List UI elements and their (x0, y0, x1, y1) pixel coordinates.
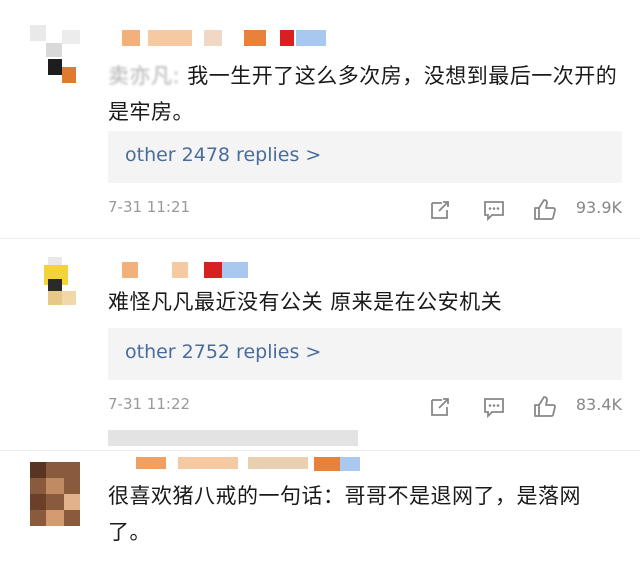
comment-item: 很喜欢猪八戒的一句话：哥哥不是退网了，是落网了。 (0, 452, 640, 564)
avatar[interactable] (30, 462, 80, 526)
comment-body: 难怪凡凡最近没有公关 原来是在公安机关 (108, 290, 503, 314)
timestamp: 7-31 11:22 (108, 395, 191, 413)
redacted-bar (108, 430, 358, 446)
username-masked[interactable] (108, 457, 368, 475)
comment-icon[interactable] (482, 198, 506, 222)
comment-meta: 7-31 11:22 83.4K (108, 395, 622, 419)
comment-meta: 7-31 11:21 93.9K (108, 198, 622, 222)
thumbs-up-icon[interactable] (533, 198, 557, 222)
share-icon[interactable] (428, 198, 452, 222)
like-count: 93.9K (575, 198, 622, 217)
divider (0, 450, 640, 451)
comment-item: 难怪凡凡最近没有公关 原来是在公安机关 other 2752 replies >… (0, 240, 640, 430)
replies-label[interactable]: other 2478 replies > (125, 144, 321, 166)
timestamp: 7-31 11:21 (108, 198, 191, 216)
thumbs-up-icon[interactable] (533, 395, 557, 419)
replies-label[interactable]: other 2752 replies > (125, 341, 321, 363)
comment-text: 很喜欢猪八戒的一句话：哥哥不是退网了，是落网了。 (108, 478, 620, 550)
avatar[interactable] (30, 257, 80, 317)
comment-text: 卖亦凡: 我一生开了这么多次房，没想到最后一次开的是牢房。 (108, 58, 620, 130)
comment-body: 我一生开了这么多次房，没想到最后一次开的是牢房。 (108, 64, 618, 124)
divider (0, 238, 640, 239)
share-icon[interactable] (428, 395, 452, 419)
masked-prefix: 卖亦凡: (108, 64, 181, 88)
replies-link[interactable]: other 2478 replies > (108, 131, 622, 183)
avatar[interactable] (30, 25, 80, 85)
comment-text: 难怪凡凡最近没有公关 原来是在公安机关 (108, 284, 620, 320)
username-masked[interactable] (108, 262, 368, 280)
like-count: 83.4K (575, 395, 622, 414)
username-masked[interactable] (108, 30, 368, 48)
comment-icon[interactable] (482, 395, 506, 419)
comment-item: 卖亦凡: 我一生开了这么多次房，没想到最后一次开的是牢房。 other 2478… (0, 0, 640, 235)
comment-body: 很喜欢猪八戒的一句话：哥哥不是退网了，是落网了。 (108, 484, 581, 544)
replies-link[interactable]: other 2752 replies > (108, 328, 622, 380)
